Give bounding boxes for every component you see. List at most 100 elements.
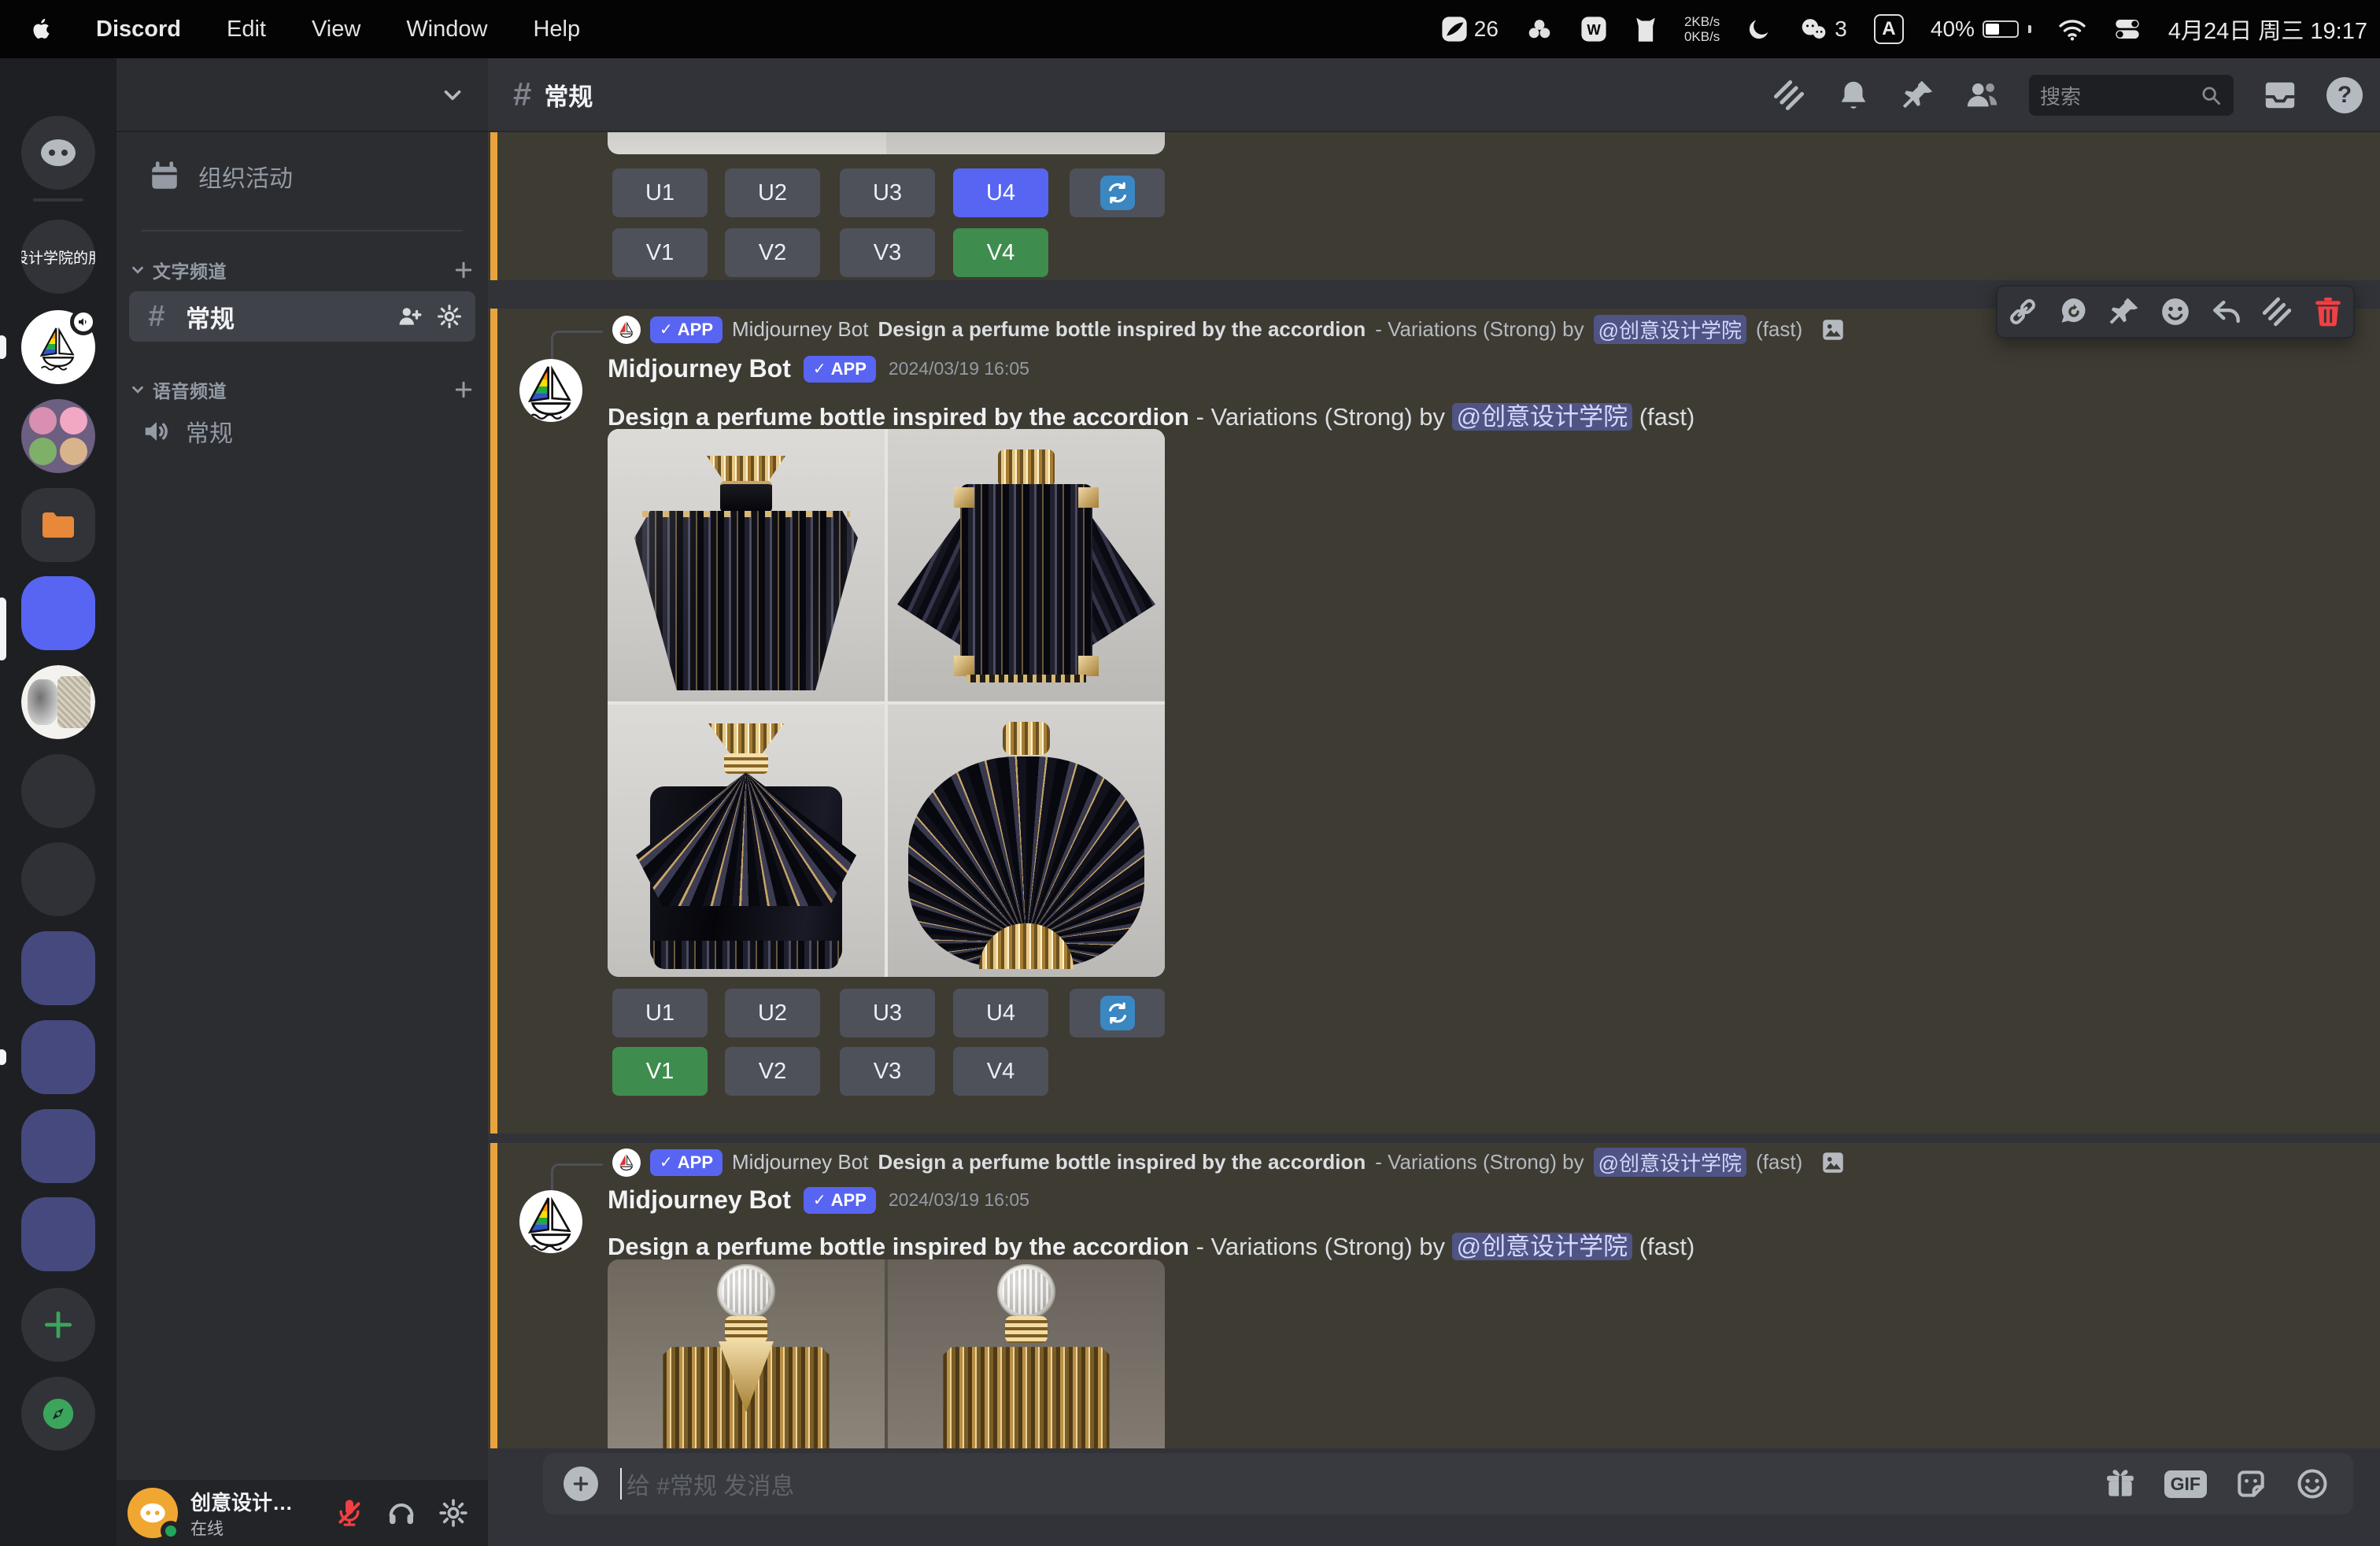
wechat-icon[interactable]: 3 bbox=[1798, 16, 1847, 43]
help-icon[interactable]: ? bbox=[2326, 77, 2363, 113]
button-v1[interactable]: V1 bbox=[612, 228, 708, 277]
button-v2[interactable]: V2 bbox=[725, 228, 820, 277]
button-rerun[interactable] bbox=[1070, 989, 1165, 1037]
emoji-picker-icon[interactable] bbox=[2295, 1466, 2330, 1501]
add-server-button[interactable] bbox=[21, 1288, 95, 1362]
sticker-picker-icon[interactable] bbox=[2234, 1466, 2268, 1501]
sidebar-channel-changgui[interactable]: # 常规 bbox=[129, 291, 475, 342]
focus-moon-icon[interactable] bbox=[1746, 17, 1772, 42]
mention-pill[interactable]: @创意设计学院 bbox=[1452, 1233, 1632, 1260]
grid-image-left[interactable] bbox=[608, 1259, 885, 1448]
add-reaction-icon[interactable] bbox=[2158, 294, 2193, 329]
section-text-channels[interactable]: 文字频道 bbox=[129, 257, 475, 283]
message-composer[interactable]: 给 #常规 发消息 GIF bbox=[543, 1453, 2353, 1515]
status-app-badge[interactable]: 26 bbox=[1441, 16, 1499, 43]
sidebar-voice-channel[interactable]: 常规 bbox=[142, 414, 233, 449]
mic-muted-icon[interactable] bbox=[334, 1497, 365, 1529]
grid-image-right[interactable] bbox=[888, 1259, 1165, 1448]
message-avatar[interactable] bbox=[519, 1190, 582, 1253]
reply-reference[interactable]: ✓APP Midjourney Bot Design a perfume bot… bbox=[612, 315, 1846, 344]
button-u2[interactable]: U2 bbox=[725, 168, 820, 217]
channel-settings-gear-icon[interactable] bbox=[436, 303, 463, 330]
grid-image-q2[interactable] bbox=[888, 429, 1165, 701]
status-cat-icon[interactable] bbox=[1634, 16, 1658, 43]
generated-image-grid[interactable] bbox=[608, 1259, 1165, 1448]
copy-link-icon[interactable] bbox=[2005, 294, 2040, 329]
grid-image-q4[interactable] bbox=[888, 705, 1165, 977]
mention-pill[interactable]: @创意设计学院 bbox=[1594, 315, 1746, 344]
author-name[interactable]: Midjourney Bot bbox=[608, 1185, 791, 1215]
menu-window[interactable]: Window bbox=[406, 17, 487, 43]
settings-gear-icon[interactable] bbox=[438, 1497, 469, 1529]
menu-help[interactable]: Help bbox=[533, 17, 580, 43]
server-button-navy-1[interactable] bbox=[21, 931, 95, 1005]
quote-icon[interactable] bbox=[2057, 294, 2091, 329]
gift-icon[interactable] bbox=[2103, 1466, 2138, 1501]
server-header[interactable] bbox=[116, 58, 488, 132]
button-u2[interactable]: U2 bbox=[725, 989, 820, 1037]
message-avatar[interactable] bbox=[519, 359, 582, 422]
invite-people-icon[interactable] bbox=[397, 303, 423, 330]
battery-indicator[interactable]: 40% bbox=[1931, 17, 2031, 42]
button-rerun[interactable] bbox=[1070, 168, 1165, 217]
add-channel-icon[interactable] bbox=[452, 378, 475, 401]
search-box[interactable]: 搜索 bbox=[2029, 75, 2234, 116]
discord-home-button[interactable] bbox=[21, 116, 95, 190]
button-v3[interactable]: V3 bbox=[840, 1047, 935, 1096]
button-u1[interactable]: U1 bbox=[612, 168, 708, 217]
author-name[interactable]: Midjourney Bot bbox=[608, 354, 791, 383]
reply-icon[interactable] bbox=[2209, 294, 2244, 329]
notifications-bell-icon[interactable] bbox=[1835, 77, 1872, 113]
control-center-icon[interactable] bbox=[2113, 17, 2142, 42]
button-v1-active[interactable]: V1 bbox=[612, 1047, 708, 1096]
selected-server-button[interactable] bbox=[21, 576, 95, 650]
button-u3[interactable]: U3 bbox=[840, 989, 935, 1037]
grid-image-q1[interactable] bbox=[608, 429, 885, 701]
apple-menu-icon[interactable] bbox=[30, 17, 50, 41]
mention-pill[interactable]: @创意设计学院 bbox=[1594, 1148, 1746, 1177]
server-button-navy-4[interactable] bbox=[21, 1197, 95, 1271]
midjourney-server-button[interactable] bbox=[21, 310, 95, 384]
add-channel-icon[interactable] bbox=[452, 258, 475, 282]
button-v2[interactable]: V2 bbox=[725, 1047, 820, 1096]
threads-icon[interactable] bbox=[1771, 77, 1807, 113]
button-v4-active[interactable]: V4 bbox=[953, 228, 1048, 277]
pin-icon[interactable] bbox=[2107, 294, 2142, 329]
inbox-icon[interactable] bbox=[2262, 77, 2298, 113]
menu-view[interactable]: View bbox=[312, 17, 360, 43]
status-w-app-icon[interactable]: W bbox=[1580, 16, 1607, 43]
server-button-navy-3[interactable] bbox=[21, 1109, 95, 1183]
button-v3[interactable]: V3 bbox=[840, 228, 935, 277]
input-source-badge[interactable]: A bbox=[1874, 14, 1904, 44]
button-v4[interactable]: V4 bbox=[953, 1047, 1048, 1096]
menu-edit[interactable]: Edit bbox=[227, 17, 266, 43]
explore-servers-button[interactable] bbox=[21, 1377, 95, 1451]
button-u3[interactable]: U3 bbox=[840, 168, 935, 217]
headphones-icon[interactable] bbox=[386, 1497, 417, 1529]
dm-avatar[interactable]: 设计学院的朋 bbox=[21, 220, 95, 294]
server-folder[interactable] bbox=[21, 488, 95, 562]
composer-placeholder[interactable]: 给 #常规 发消息 bbox=[626, 1466, 2103, 1501]
user-avatar[interactable] bbox=[128, 1488, 178, 1538]
create-thread-icon[interactable] bbox=[2260, 294, 2294, 329]
server-button-empty-2[interactable] bbox=[21, 842, 95, 916]
grid-image-q3[interactable] bbox=[608, 705, 885, 977]
art-faces-server-button[interactable] bbox=[21, 665, 95, 739]
button-u4[interactable]: U4 bbox=[953, 989, 1048, 1037]
pinned-messages-icon[interactable] bbox=[1900, 77, 1936, 113]
section-voice-channels[interactable]: 语音频道 bbox=[129, 376, 475, 403]
message-1-image-bottom[interactable] bbox=[608, 132, 1165, 154]
reply-reference[interactable]: ✓APP Midjourney Bot Design a perfume bot… bbox=[612, 1148, 1846, 1177]
attach-plus-icon[interactable] bbox=[564, 1466, 598, 1501]
wifi-icon[interactable] bbox=[2058, 17, 2086, 41]
button-u1[interactable]: U1 bbox=[612, 989, 708, 1037]
group-dm-avatar[interactable] bbox=[21, 399, 95, 473]
member-list-icon[interactable] bbox=[1964, 77, 2001, 113]
sidebar-item-events[interactable]: 组织活动 bbox=[148, 159, 293, 194]
mention-pill[interactable]: @创意设计学院 bbox=[1452, 403, 1632, 431]
menu-app-name[interactable]: Discord bbox=[96, 17, 181, 43]
generated-image-grid[interactable] bbox=[608, 429, 1165, 977]
menu-bar-datetime[interactable]: 4月24日 周三 19:17 bbox=[2168, 13, 2367, 46]
gif-picker-button[interactable]: GIF bbox=[2164, 1470, 2207, 1498]
status-cluster-icon[interactable] bbox=[1525, 16, 1554, 43]
